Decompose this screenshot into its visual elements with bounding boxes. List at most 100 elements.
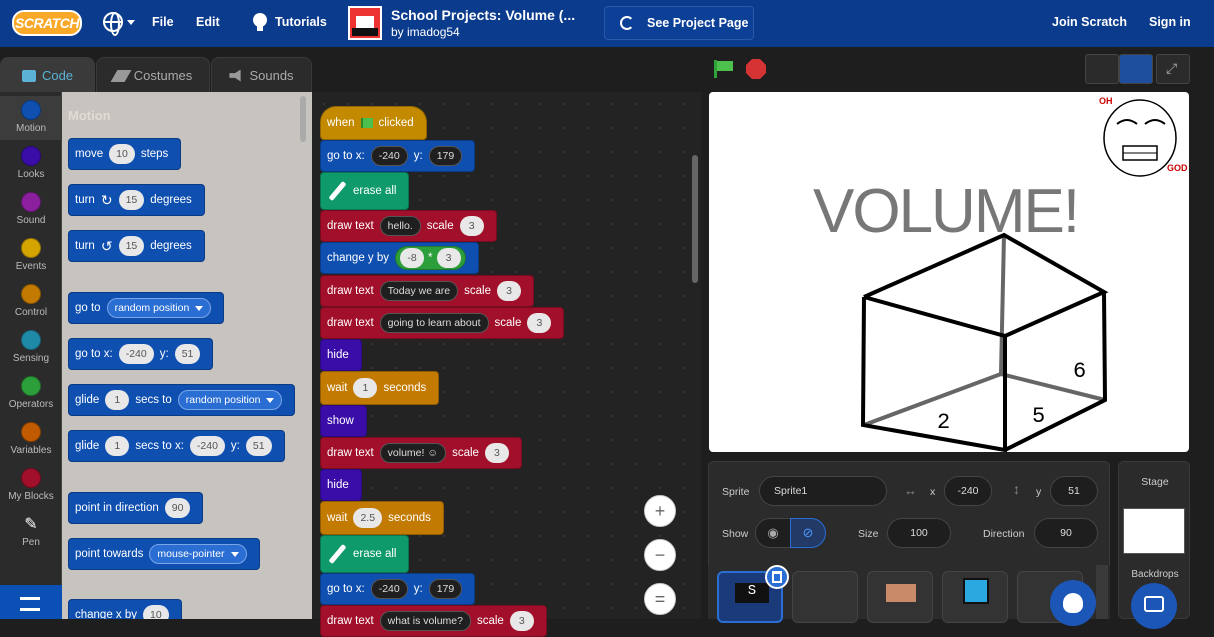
category-my-blocks[interactable]: My Blocks (0, 464, 62, 508)
x-input[interactable]: -240 (370, 146, 408, 166)
hide-block[interactable]: hide (320, 339, 362, 371)
size-input[interactable]: 100 (887, 518, 951, 548)
palette-scrollbar[interactable] (300, 96, 306, 142)
category-operators[interactable]: Operators (0, 372, 62, 416)
text-input[interactable]: what is volume? (379, 611, 471, 631)
operand-a-input[interactable]: -8 (400, 248, 425, 268)
x-position-input[interactable]: -240 (944, 476, 992, 506)
when-flag-clicked-block[interactable]: when clicked (320, 106, 427, 140)
goto-target-dropdown[interactable]: random position (106, 298, 212, 318)
delete-sprite-button[interactable] (765, 565, 789, 589)
category-variables[interactable]: Variables (0, 418, 62, 462)
wait-block[interactable]: wait 2.5 seconds (320, 501, 444, 535)
scale-input[interactable]: 3 (527, 313, 552, 333)
point-direction-block[interactable]: point in direction 90 (68, 492, 204, 524)
degrees-input[interactable]: 15 (118, 190, 145, 210)
scale-input[interactable]: 3 (459, 216, 484, 236)
sprite-thumbnail[interactable] (792, 571, 858, 623)
category-looks[interactable]: Looks (0, 142, 62, 186)
steps-input[interactable]: 10 (109, 144, 135, 164)
glide-target-dropdown[interactable]: random position (177, 390, 283, 410)
file-menu[interactable]: File (152, 15, 174, 29)
direction-input[interactable]: 90 (164, 498, 191, 518)
tab-code[interactable]: Code (0, 57, 95, 93)
edit-menu[interactable]: Edit (196, 15, 220, 29)
move-block[interactable]: move 10 steps (68, 138, 182, 170)
category-sound[interactable]: Sound (0, 188, 62, 232)
multiply-operator-block[interactable]: -8 * 3 (395, 246, 466, 270)
wait-input[interactable]: 2.5 (353, 508, 383, 528)
point-towards-block[interactable]: point towards mouse-pointer (68, 538, 260, 570)
category-motion[interactable]: Motion (0, 96, 62, 140)
category-sensing[interactable]: Sensing (0, 326, 62, 370)
chevron-down-icon[interactable] (127, 20, 135, 25)
join-scratch-link[interactable]: Join Scratch (1052, 15, 1127, 29)
sprite-name-input[interactable]: Sprite1 (759, 476, 887, 506)
category-pen[interactable]: ✎ Pen (0, 510, 62, 554)
change-x-block[interactable]: change x by 10 (68, 599, 182, 619)
show-hidden-button[interactable]: ⊘ (790, 518, 826, 548)
text-input[interactable]: volume! ☺ (379, 443, 447, 463)
wait-input[interactable]: 1 (353, 378, 378, 398)
turn-left-block[interactable]: turn ↺ 15 degrees (68, 230, 205, 262)
towards-dropdown[interactable]: mouse-pointer (149, 544, 247, 564)
x-input[interactable]: -240 (189, 436, 225, 456)
script-workspace[interactable]: when clicked go to x: -240 y: 179 erase … (312, 92, 701, 637)
stage-thumbnail[interactable] (1123, 508, 1185, 554)
globe-icon[interactable] (103, 12, 123, 36)
change-x-input[interactable]: 10 (143, 605, 169, 619)
draw-text-block[interactable]: draw text what is volume? scale 3 (320, 605, 547, 637)
wait-block[interactable]: wait 1 seconds (320, 371, 440, 405)
small-stage-button[interactable] (1085, 54, 1119, 84)
y-input[interactable]: 179 (428, 579, 463, 599)
category-events[interactable]: Events (0, 234, 62, 278)
draw-text-block[interactable]: draw text going to learn about scale 3 (320, 307, 565, 339)
text-input[interactable]: Today we are (379, 281, 459, 301)
x-input[interactable]: -240 (118, 344, 154, 364)
gotoxy-block[interactable]: go to x: -240 y: 179 (320, 573, 476, 605)
sprite-thumbnail[interactable] (942, 571, 1008, 623)
text-input[interactable]: going to learn about (379, 313, 489, 333)
tab-costumes[interactable]: Costumes (96, 57, 210, 93)
y-input[interactable]: 179 (428, 146, 463, 166)
show-block[interactable]: show (320, 405, 367, 437)
turn-right-block[interactable]: turn ↻ 15 degrees (68, 184, 205, 216)
erase-all-block[interactable]: erase all (320, 172, 410, 210)
operand-b-input[interactable]: 3 (436, 248, 461, 268)
add-extension-button[interactable] (0, 585, 62, 619)
tutorials-menu[interactable]: Tutorials (275, 15, 327, 29)
scale-input[interactable]: 3 (484, 443, 509, 463)
tutorials-icon[interactable] (253, 13, 267, 31)
zoom-in-button[interactable]: + (644, 495, 676, 527)
sprite-list-scrollbar[interactable] (1096, 565, 1108, 619)
project-title[interactable]: School Projects: Volume (... (391, 7, 575, 23)
glide-block[interactable]: glide 1 secs to random position (68, 384, 296, 416)
scale-input[interactable]: 3 (496, 281, 521, 301)
tab-sounds[interactable]: Sounds (211, 57, 312, 93)
show-visible-button[interactable]: ◉ (755, 518, 791, 548)
direction-input[interactable]: 90 (1034, 518, 1098, 548)
add-backdrop-button[interactable] (1131, 583, 1177, 629)
green-flag-button[interactable] (714, 60, 734, 78)
draw-text-block[interactable]: draw text hello. scale 3 (320, 210, 497, 242)
degrees-input[interactable]: 15 (118, 236, 145, 256)
category-control[interactable]: Control (0, 280, 62, 324)
fullscreen-button[interactable]: ⤢ (1156, 54, 1190, 84)
y-position-input[interactable]: 51 (1050, 476, 1098, 506)
goto-block[interactable]: go to random position (68, 292, 225, 324)
zoom-out-button[interactable]: − (644, 539, 676, 571)
see-project-page-button[interactable]: See Project Page (604, 6, 754, 40)
gotoxy-block[interactable]: go to x: -240 y: 179 (320, 140, 476, 172)
stop-button[interactable] (746, 59, 766, 79)
project-author[interactable]: by imadog54 (391, 25, 460, 39)
add-sprite-button[interactable] (1050, 580, 1096, 626)
scratch-logo[interactable]: SCRATCH (12, 10, 82, 36)
erase-all-block[interactable]: erase all (320, 535, 410, 573)
workspace-scrollbar[interactable] (692, 155, 698, 283)
sprite-thumbnail[interactable] (867, 571, 933, 623)
scale-input[interactable]: 3 (509, 611, 534, 631)
draw-text-block[interactable]: draw text volume! ☺ scale 3 (320, 437, 522, 469)
gotoxy-block[interactable]: go to x: -240 y: 51 (68, 338, 214, 370)
draw-text-block[interactable]: draw text Today we are scale 3 (320, 275, 534, 307)
stage-canvas[interactable]: VOLUME! 2 5 6 OH GOD (709, 92, 1189, 452)
